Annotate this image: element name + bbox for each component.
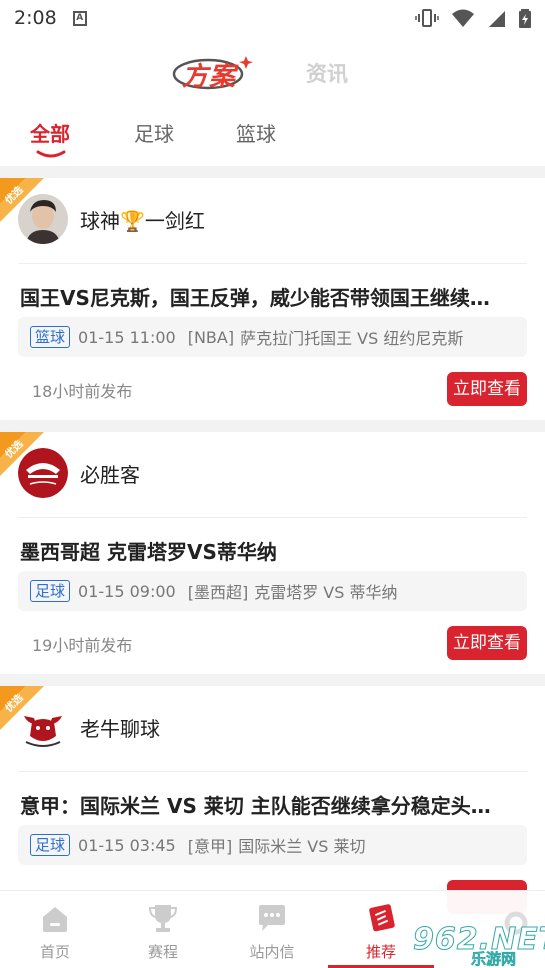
avatar-portrait-icon xyxy=(18,194,68,244)
view-now-button[interactable]: 立即查看 xyxy=(447,626,527,660)
posted-time: 18小时前发布 xyxy=(32,382,133,401)
sport-tag: 篮球 xyxy=(30,326,71,348)
sport-tag: 足球 xyxy=(30,834,71,856)
status-bar: 2:08 A xyxy=(0,0,545,36)
tab-news[interactable]: 资讯 xyxy=(306,58,348,88)
status-time: 2:08 xyxy=(14,7,57,29)
divider xyxy=(18,263,527,264)
match-teams: 国际米兰 VS 莱切 xyxy=(238,837,366,856)
tab-fangan[interactable]: 方案 xyxy=(172,52,262,92)
nav-label: 首页 xyxy=(39,943,70,961)
match-league: [NBA] xyxy=(187,327,235,347)
match-teams: 克雷塔罗 VS 蒂华纳 xyxy=(254,583,398,602)
plan-title[interactable]: 墨西哥超 克雷塔罗VS蒂华纳 xyxy=(20,536,515,565)
tab-indicator-icon xyxy=(36,150,66,158)
match-info: 足球 01-15 09:00 [墨西超] 克雷塔罗 VS 蒂华纳 xyxy=(18,571,527,611)
chat-icon xyxy=(259,905,285,931)
sub-tabs: 全部 足球 篮球 xyxy=(0,118,545,162)
match-info: 篮球 01-15 11:00 [NBA] 萨克拉门托国王 VS 纽约尼克斯 xyxy=(18,317,527,357)
avatar-bull-icon xyxy=(18,702,68,752)
author-name: 老牛聊球 xyxy=(80,716,160,741)
status-icons xyxy=(415,8,531,28)
subtab-basketball[interactable]: 篮球 xyxy=(236,118,276,147)
avatar xyxy=(18,448,68,498)
plan-title[interactable]: 国王VS尼克斯，国王反弹，威少能否带领国王继续… xyxy=(20,282,515,311)
match-time: 01-15 09:00 xyxy=(78,581,176,601)
sport-tag: 足球 xyxy=(30,580,71,602)
divider xyxy=(18,771,527,772)
plan-card[interactable]: 优选 必胜客 墨西哥超 克雷塔罗VS蒂华纳 足球 01-15 09:00 [墨西… xyxy=(0,432,545,674)
avatar-pizza-hut-icon xyxy=(18,448,68,498)
top-tabs: 方案 资讯 xyxy=(0,52,545,92)
nav-label: 站内信 xyxy=(249,943,295,961)
author[interactable]: 必胜客 xyxy=(18,448,140,498)
match-time: 01-15 11:00 xyxy=(78,327,176,347)
posted-time: 19小时前发布 xyxy=(32,636,133,655)
author-name: 必胜客 xyxy=(80,462,140,487)
subtab-football[interactable]: 足球 xyxy=(134,118,174,147)
match-league: [墨西超] xyxy=(187,583,249,602)
trophy-icon xyxy=(148,905,178,932)
author[interactable]: 球神🏆一剑红 xyxy=(18,194,205,244)
feed: 优选 球神🏆一剑红 国王VS尼克斯，国王反弹，威少能否带领国王继续… 篮球 01… xyxy=(0,178,545,940)
author-name: 球神🏆一剑红 xyxy=(80,208,205,233)
signal-icon xyxy=(489,11,505,27)
match-teams: 萨克拉门托国王 VS 纽约尼克斯 xyxy=(240,329,464,348)
plan-title[interactable]: 意甲：国际米兰 VS 莱切 主队能否继续拿分稳定头… xyxy=(20,790,515,819)
logo-text: 方案 xyxy=(182,62,237,92)
plan-card[interactable]: 优选 球神🏆一剑红 国王VS尼克斯，国王反弹，威少能否带领国王继续… 篮球 01… xyxy=(0,178,545,420)
wifi-icon xyxy=(452,9,474,27)
match-info: 足球 01-15 03:45 [意甲] 国际米兰 VS 莱切 xyxy=(18,825,527,865)
recommend-icon xyxy=(369,904,395,932)
battery-icon xyxy=(519,9,531,28)
nav-label: 赛程 xyxy=(147,943,178,961)
subtab-all[interactable]: 全部 xyxy=(30,118,70,147)
nav-home[interactable]: 首页 xyxy=(20,903,90,962)
avatar xyxy=(18,194,68,244)
author[interactable]: 老牛聊球 xyxy=(18,702,160,752)
nav-schedule[interactable]: 赛程 xyxy=(128,903,198,962)
header: 方案 资讯 全部 足球 篮球 xyxy=(0,36,545,166)
avatar xyxy=(18,702,68,752)
view-now-button[interactable]: 立即查看 xyxy=(447,372,527,406)
watermark-sub: 乐游网 xyxy=(471,950,517,968)
divider xyxy=(18,517,527,518)
match-league: [意甲] xyxy=(187,837,233,856)
notification-a-icon: A xyxy=(72,10,87,26)
vibrate-icon xyxy=(415,9,439,27)
nav-messages[interactable]: 站内信 xyxy=(237,903,307,962)
watermark: 962.NET 乐游网 xyxy=(401,911,545,968)
home-icon xyxy=(43,907,67,932)
match-time: 01-15 03:45 xyxy=(78,835,176,855)
